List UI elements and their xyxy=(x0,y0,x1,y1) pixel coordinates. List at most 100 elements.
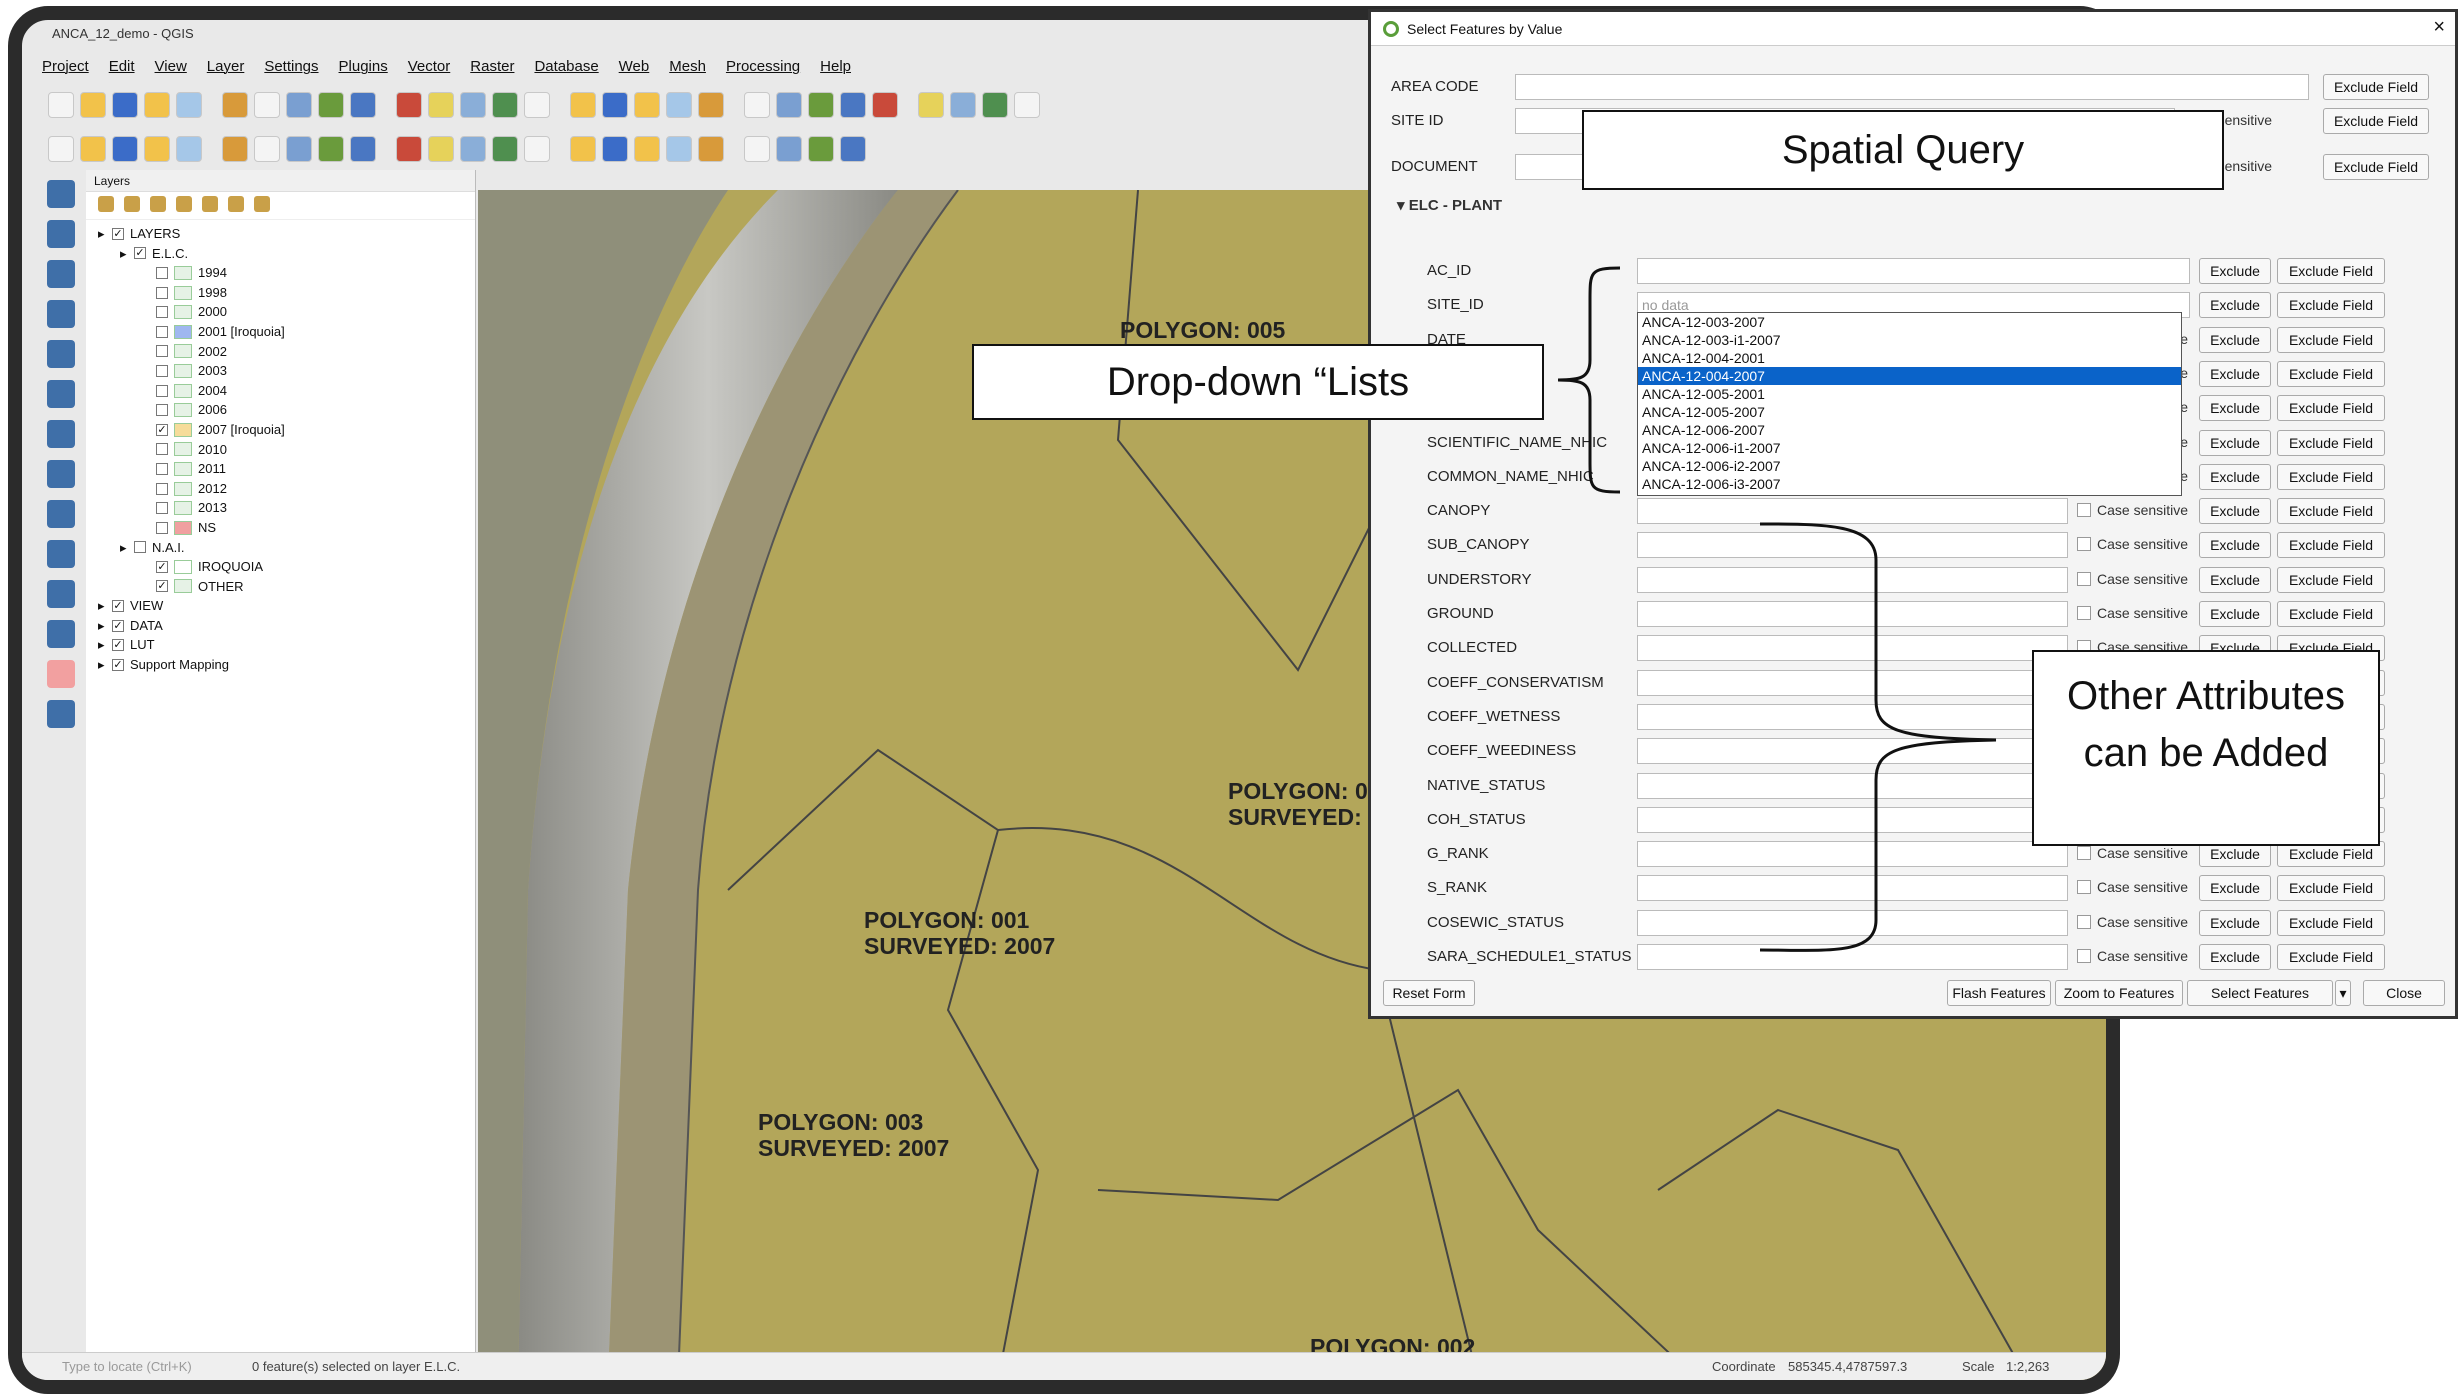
edit-tool-22-icon[interactable] xyxy=(808,136,834,162)
layer-checkbox[interactable] xyxy=(156,364,168,377)
oracle-icon[interactable] xyxy=(47,660,75,688)
expand-arrow-icon[interactable]: ▸ xyxy=(98,596,112,616)
menu-help[interactable]: Help xyxy=(820,58,851,82)
case-sensitive-checkbox[interactable] xyxy=(2077,880,2091,895)
field-input[interactable] xyxy=(1515,74,2309,100)
layer-checkbox[interactable] xyxy=(156,384,168,397)
pan-icon[interactable] xyxy=(254,92,280,118)
layer-checkbox[interactable]: ✓ xyxy=(112,639,124,652)
layer-tree-item[interactable]: ▸ ✓ DATA xyxy=(86,616,475,636)
layer-checkbox[interactable] xyxy=(156,521,168,534)
site-id-dropdown-list[interactable]: ANCA-12-003-2007 ANCA-12-003-i1-2007 ANCA-… xyxy=(1637,312,2182,496)
dropdown-option[interactable]: ANCA-12-005-2001 xyxy=(1638,385,2181,403)
zoom-full-icon[interactable] xyxy=(396,92,422,118)
layer-tree-item[interactable]: NS xyxy=(86,518,475,538)
edit-tool-17-icon[interactable] xyxy=(634,136,660,162)
layer-tree-item[interactable]: 2002 xyxy=(86,342,475,362)
expand-arrow-icon[interactable]: ▸ xyxy=(98,616,112,636)
layer-tree-item[interactable]: ✓ IROQUOIA xyxy=(86,557,475,577)
layer-checkbox[interactable]: ✓ xyxy=(112,227,124,240)
layer-tree-item[interactable]: 2010 xyxy=(86,440,475,460)
reset-form-button[interactable]: Reset Form xyxy=(1383,980,1475,1006)
select-by-value-icon[interactable] xyxy=(808,92,834,118)
dropdown-option[interactable]: ANCA-12-003-i1-2007 xyxy=(1638,331,2181,349)
layer-checkbox[interactable]: ✓ xyxy=(112,619,124,632)
exclude-button[interactable]: Exclude xyxy=(2199,463,2271,490)
menu-edit[interactable]: Edit xyxy=(109,58,135,82)
exclude-button[interactable]: Exclude xyxy=(2199,532,2271,559)
layer-tree-item[interactable]: ▸ ✓ LAYERS xyxy=(86,224,475,244)
exclude-button[interactable]: Exclude xyxy=(2199,429,2271,456)
exclude-field-button[interactable]: Exclude Field xyxy=(2277,566,2385,593)
edit-tool-7-icon[interactable] xyxy=(286,136,312,162)
layer-checkbox[interactable] xyxy=(156,286,168,299)
layer-checkbox[interactable]: ✓ xyxy=(134,247,146,260)
dropdown-option[interactable]: ANCA-12-004-2007 xyxy=(1638,367,2181,385)
layer-checkbox[interactable] xyxy=(156,325,168,338)
exclude-field-button[interactable]: Exclude Field xyxy=(2277,944,2385,970)
edit-tool-23-icon[interactable] xyxy=(840,136,866,162)
edit-tool-19-icon[interactable] xyxy=(698,136,724,162)
close-button[interactable]: Close xyxy=(2363,980,2445,1006)
add-raster-layer-icon[interactable] xyxy=(47,220,75,248)
print-layout-icon[interactable] xyxy=(176,92,202,118)
deselect-icon[interactable] xyxy=(776,92,802,118)
exclude-button[interactable]: Exclude xyxy=(2199,875,2271,902)
layer-tree-item[interactable]: ✓ OTHER xyxy=(86,577,475,597)
layer-checkbox[interactable] xyxy=(134,541,146,554)
dropdown-option[interactable]: ANCA-12-006-2007 xyxy=(1638,421,2181,439)
edit-tool-4-icon[interactable] xyxy=(176,136,202,162)
layer-tree-item[interactable]: ✓ 2007 [Iroquoia] xyxy=(86,420,475,440)
select-features-button[interactable]: Select Features xyxy=(2187,980,2333,1006)
add-mesh-layer-icon[interactable] xyxy=(47,260,75,288)
edit-tool-3-icon[interactable] xyxy=(144,136,170,162)
exclude-button[interactable]: Exclude xyxy=(2199,395,2271,422)
zoom-last-icon[interactable] xyxy=(492,92,518,118)
zoom-next-icon[interactable] xyxy=(524,92,550,118)
add-group-icon[interactable] xyxy=(124,196,140,212)
menu-web[interactable]: Web xyxy=(619,58,650,82)
add-wfs-icon[interactable] xyxy=(47,460,75,488)
exclude-button[interactable]: Exclude xyxy=(2199,909,2271,936)
menu-view[interactable]: View xyxy=(155,58,187,82)
refresh-icon[interactable] xyxy=(634,92,660,118)
layer-tree-item[interactable]: 1994 xyxy=(86,263,475,283)
edit-tool-11-icon[interactable] xyxy=(428,136,454,162)
exclude-button[interactable]: Exclude xyxy=(2199,601,2271,627)
collapse-all-icon[interactable] xyxy=(228,196,244,212)
case-sensitive-checkbox[interactable] xyxy=(2077,606,2091,620)
add-arcgis-icon[interactable] xyxy=(47,540,75,568)
edit-tool-10-icon[interactable] xyxy=(396,136,422,162)
layer-tree-item[interactable]: ▸ ✓ VIEW xyxy=(86,596,475,616)
layer-checkbox[interactable] xyxy=(156,306,168,319)
exclude-button[interactable]: Exclude xyxy=(2199,258,2271,284)
show-bookmarks-icon[interactable] xyxy=(602,92,628,118)
layer-tree-item[interactable]: 2011 xyxy=(86,459,475,479)
pan-to-selection-icon[interactable] xyxy=(286,92,312,118)
edit-tool-16-icon[interactable] xyxy=(602,136,628,162)
expand-arrow-icon[interactable]: ▸ xyxy=(120,538,134,558)
exclude-field-button[interactable]: Exclude Field xyxy=(2277,875,2385,902)
menu-project[interactable]: Project xyxy=(42,58,89,82)
attribute-table-icon[interactable] xyxy=(840,92,866,118)
expand-arrow-icon[interactable]: ▸ xyxy=(98,655,112,675)
layer-tree-item[interactable]: 2004 xyxy=(86,381,475,401)
open-layer-styling-icon[interactable] xyxy=(98,196,114,212)
menu-database[interactable]: Database xyxy=(534,58,598,82)
select-features-menu-button[interactable]: ▾ xyxy=(2335,980,2351,1006)
scale-value[interactable]: 1:2,263 xyxy=(2006,1359,2049,1374)
new-project-icon[interactable] xyxy=(48,92,74,118)
layer-checkbox[interactable]: ✓ xyxy=(156,423,168,436)
menu-layer[interactable]: Layer xyxy=(207,58,245,82)
layer-tree-item[interactable]: 1998 xyxy=(86,283,475,303)
field-calculator-icon[interactable] xyxy=(872,92,898,118)
menu-processing[interactable]: Processing xyxy=(726,58,800,82)
edit-tool-6-icon[interactable] xyxy=(254,136,280,162)
layer-tree-item[interactable]: 2000 xyxy=(86,302,475,322)
menu-plugins[interactable]: Plugins xyxy=(339,58,388,82)
layer-tree-item[interactable]: 2006 xyxy=(86,400,475,420)
print-icon[interactable] xyxy=(666,92,692,118)
save-project-icon[interactable] xyxy=(112,92,138,118)
locate-input[interactable]: Type to locate (Ctrl+K) xyxy=(62,1359,192,1374)
edit-tool-1-icon[interactable] xyxy=(80,136,106,162)
